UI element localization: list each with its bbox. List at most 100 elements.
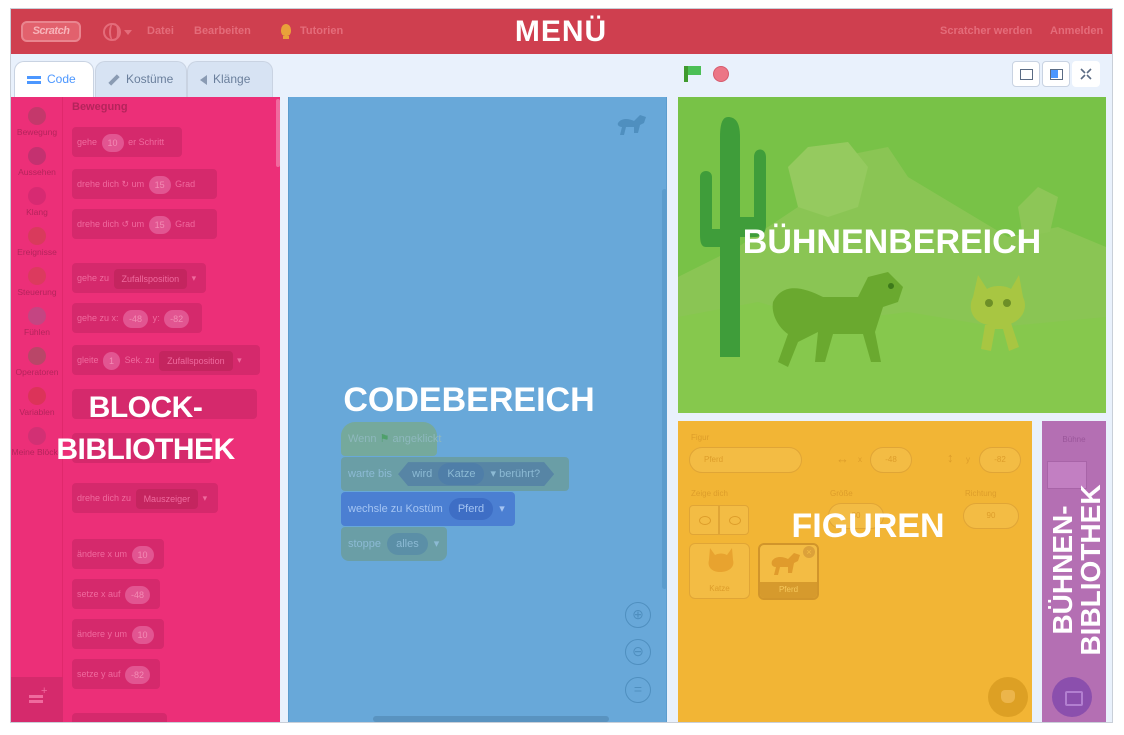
overlay-label-line: BIBLIOTHEK xyxy=(56,433,235,466)
category-dot xyxy=(28,347,46,365)
large-stage-button[interactable] xyxy=(1042,61,1070,87)
code-horizontal-scrollbar[interactable] xyxy=(373,716,609,722)
block-change-y[interactable]: ändere y um 10 xyxy=(72,619,164,649)
menu-join[interactable]: Scratcher werden xyxy=(940,9,1032,54)
zoom-reset-button[interactable]: = xyxy=(625,677,651,703)
block-point-towards[interactable]: drehe dich zu Mauszeiger ▾ xyxy=(72,483,218,513)
block-goto-xy[interactable]: gehe zu x: -48 y: -82 xyxy=(72,303,202,333)
category-dot xyxy=(28,227,46,245)
block-input[interactable]: -48 xyxy=(125,585,151,604)
category-dot xyxy=(28,267,46,285)
add-sprite-button[interactable] xyxy=(988,677,1028,717)
block-input[interactable]: 10 xyxy=(101,133,124,152)
block-when-flag-clicked[interactable]: Wenn ⚑ angeklickt xyxy=(341,422,441,456)
block-text: wechsle zu Kostüm xyxy=(348,503,443,515)
block-switch-costume[interactable]: wechsle zu Kostüm Pferd ▾ xyxy=(341,492,515,526)
block-input[interactable]: 15 xyxy=(148,175,171,194)
scratch-editor: Scratch Datei Bearbeiten Tutorien MENÜ S… xyxy=(10,8,1113,723)
zoom-out-button[interactable]: ⊖ xyxy=(625,639,651,665)
block-dropdown[interactable]: Mauszeiger xyxy=(135,488,199,509)
small-stage-button[interactable] xyxy=(1012,61,1040,87)
globe-icon[interactable] xyxy=(103,23,121,41)
add-backdrop-button[interactable] xyxy=(1052,677,1092,717)
block-dropdown[interactable]: Zufallsposition xyxy=(159,350,233,371)
block-text: Wenn xyxy=(348,433,377,445)
stage-library: Bühne BÜHNEN- BIBLIOTHEK xyxy=(1042,421,1106,722)
menu-tutorials[interactable]: Tutorien xyxy=(300,9,343,54)
category-motion[interactable]: Bewegung xyxy=(11,105,63,145)
block-input[interactable]: 15 xyxy=(148,215,171,234)
block-input[interactable]: -82 xyxy=(125,665,151,684)
tab-costumes[interactable]: Kostüme xyxy=(95,61,187,97)
block-goto[interactable]: gehe zu Zufallsposition ▾ xyxy=(72,263,206,293)
block-turn-left[interactable]: drehe dich ↺ um 15 Grad xyxy=(72,209,217,239)
block-stop[interactable]: stoppe alles ▾ xyxy=(341,527,447,561)
zoom-in-icon: ⊕ xyxy=(632,606,644,622)
block-input[interactable]: -48 xyxy=(123,309,149,328)
tab-code[interactable]: Code xyxy=(14,61,94,99)
block-text: drehe dich xyxy=(77,179,120,189)
menu-bar: Scratch Datei Bearbeiten Tutorien MENÜ S… xyxy=(11,9,1112,54)
overlay-label-block-library: BLOCK- BIBLIOTHEK xyxy=(11,387,280,471)
chevron-down-icon[interactable] xyxy=(124,30,132,35)
y-field[interactable]: -82 xyxy=(979,447,1021,473)
menu-file[interactable]: Datei xyxy=(147,9,174,54)
block-dropdown[interactable]: Pferd xyxy=(448,498,494,521)
horizontal-arrows-icon: ↔ xyxy=(836,451,849,466)
block-input[interactable]: 10 xyxy=(131,545,154,564)
block-input[interactable]: 1 xyxy=(103,351,121,370)
block-set-x[interactable]: setze x auf -48 xyxy=(72,579,160,609)
block-text: gehe zu x: xyxy=(77,313,119,323)
sprite-tile-name: Pferd xyxy=(778,585,799,594)
overlay-label-stage: BÜHNENBEREICH xyxy=(742,223,1042,261)
block-text: y: xyxy=(152,313,160,323)
zoom-in-button[interactable]: ⊕ xyxy=(625,602,651,628)
add-extension-button[interactable] xyxy=(11,677,63,722)
block-dropdown[interactable]: Zufallsposition xyxy=(113,268,188,289)
sprite-tile-cat[interactable]: Katze xyxy=(689,543,750,599)
overlay-label-code-area: CODEBEREICH xyxy=(343,381,595,419)
scratch-logo[interactable]: Scratch xyxy=(21,21,81,42)
block-dropdown[interactable]: Katze xyxy=(438,463,484,485)
category-events[interactable]: Ereignisse xyxy=(11,225,63,265)
category-sensing[interactable]: Fühlen xyxy=(11,305,63,345)
sprite-pane: Figur Pferd ↔ x -48 ↕ y -82 Zeige dich G… xyxy=(678,421,1032,722)
stage[interactable]: BÜHNENBEREICH xyxy=(678,97,1106,413)
code-vertical-scrollbar[interactable] xyxy=(662,189,666,589)
block-turn-right[interactable]: drehe dich ↻ um 15 Grad xyxy=(72,169,217,199)
delete-sprite-button[interactable]: × xyxy=(803,546,815,558)
sprite-name-field[interactable]: Pferd xyxy=(689,447,802,473)
vertical-arrows-icon: ↕ xyxy=(947,450,954,465)
tab-sounds[interactable]: Klänge xyxy=(187,61,273,97)
code-area[interactable]: Wenn ⚑ angeklickt warte bis wird Katze ▾… xyxy=(288,97,667,722)
menu-edit[interactable]: Bearbeiten xyxy=(194,9,251,54)
hide-sprite-button[interactable] xyxy=(719,505,749,535)
overlay-label-menu: MENÜ xyxy=(514,15,608,48)
block-move[interactable]: gehe 10 er Schritt xyxy=(72,127,182,157)
category-operators[interactable]: Operatoren xyxy=(11,345,63,385)
block-if-on-edge[interactable] xyxy=(72,713,167,722)
x-field[interactable]: -48 xyxy=(870,447,912,473)
category-sound[interactable]: Klang xyxy=(11,185,63,225)
menu-signin[interactable]: Anmelden xyxy=(1050,9,1103,54)
y-label: y xyxy=(966,455,970,464)
block-input[interactable]: -82 xyxy=(164,309,190,328)
category-dot xyxy=(28,307,46,325)
overlay-label-line: BLOCK- xyxy=(88,391,203,424)
category-label: Fühlen xyxy=(24,327,50,337)
stop-icon[interactable] xyxy=(713,66,729,82)
show-sprite-button[interactable] xyxy=(689,505,719,535)
block-wait-until[interactable]: warte bis wird Katze ▾ berührt? xyxy=(341,457,569,491)
block-text: drehe dich zu xyxy=(77,493,132,503)
block-set-y[interactable]: setze y auf -82 xyxy=(72,659,160,689)
category-control[interactable]: Steuerung xyxy=(11,265,63,305)
block-input[interactable]: 10 xyxy=(131,625,154,644)
block-glide[interactable]: gleite 1 Sek. zu Zufallsposition ▾ xyxy=(72,345,260,375)
palette-scrollbar[interactable] xyxy=(276,99,280,167)
sensing-condition[interactable]: wird Katze ▾ berührt? xyxy=(398,462,554,486)
block-change-x[interactable]: ändere x um 10 xyxy=(72,539,164,569)
category-looks[interactable]: Aussehen xyxy=(11,145,63,185)
block-dropdown[interactable]: alles xyxy=(387,533,428,556)
green-flag-icon[interactable] xyxy=(684,66,701,82)
fullscreen-button[interactable] xyxy=(1072,61,1100,87)
